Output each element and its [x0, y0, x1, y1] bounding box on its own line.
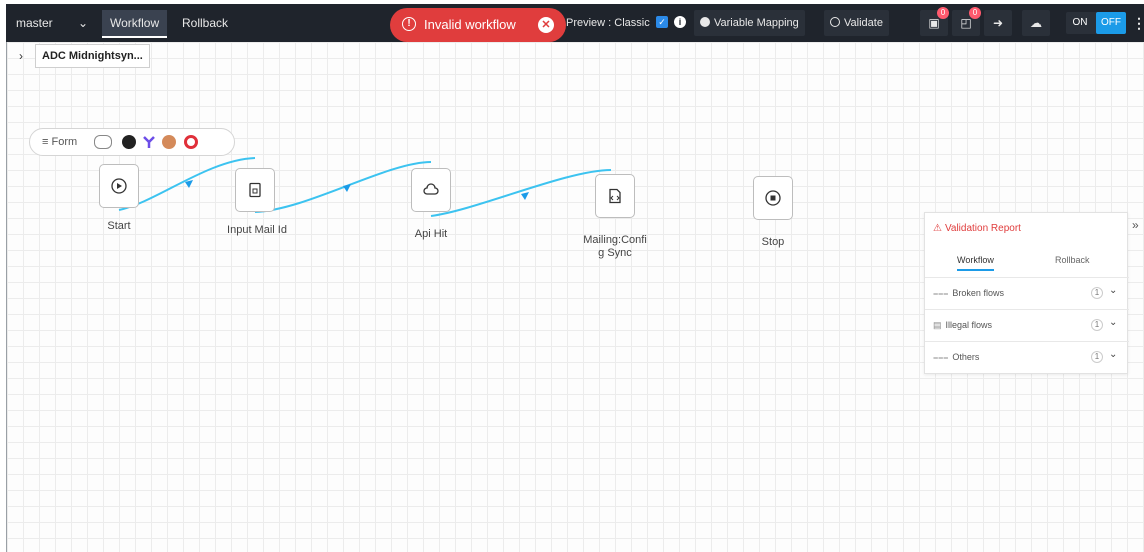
chevron-down-icon: ⌄ — [78, 16, 89, 30]
play-circle-icon — [111, 178, 127, 194]
node-stop[interactable] — [753, 176, 793, 220]
tab-workflow[interactable]: Workflow — [102, 10, 168, 38]
alert-text: Invalid workflow — [424, 17, 516, 32]
validation-row-illegal-flows[interactable]: ▤ Illegal flows 1 ⌄ — [925, 309, 1129, 339]
preview-checkbox[interactable]: ✓ — [656, 16, 668, 28]
more-menu-icon[interactable]: ⋮ — [1132, 12, 1144, 34]
top-toolbar: master ⌄ Workflow Rollback ! Invalid wor… — [6, 4, 1144, 42]
node-mailing-config-sync[interactable] — [595, 174, 635, 218]
close-icon[interactable]: ✕ — [538, 17, 554, 33]
cloud-button[interactable]: ☁ — [1022, 10, 1050, 36]
node-label: Start — [107, 220, 131, 232]
tools-button[interactable]: ➜ — [984, 10, 1012, 36]
document-icon — [249, 182, 261, 198]
collapse-panel-icon[interactable]: » — [1132, 218, 1139, 232]
alert-circle-icon: ! — [402, 17, 416, 31]
check-circle-icon — [830, 17, 840, 27]
notifications-button[interactable]: ▣ 0 — [920, 7, 949, 36]
others-icon: ⩶ — [933, 352, 949, 362]
branch-name: master — [16, 16, 53, 30]
on-off-toggle[interactable]: ON OFF — [1066, 12, 1126, 34]
row-label: Illegal flows — [945, 320, 993, 330]
validate-label: Validate — [844, 17, 883, 29]
invalid-workflow-alert: ! Invalid workflow ✕ — [390, 8, 566, 42]
validation-title-text: Validation Report — [944, 223, 1021, 234]
node-label: Stop — [761, 236, 785, 248]
tab-rollback[interactable]: Rollback — [174, 10, 236, 38]
validate-button[interactable]: Validate — [824, 10, 889, 36]
preview-label: Preview : Classic — [566, 17, 650, 29]
validation-report-panel: ⚠ Validation Report Workflow Rollback ⩶ Br… — [924, 212, 1129, 374]
node-label: Api Hit — [414, 228, 448, 240]
tab-workflow-validation[interactable]: Workflow — [957, 255, 994, 271]
cloud-icon: ☁ — [1030, 16, 1042, 30]
row-label: Broken flows — [952, 288, 1004, 298]
info-icon[interactable]: i — [674, 16, 686, 28]
node-input-mail-id[interactable] — [235, 168, 275, 212]
workflow-editor: master ⌄ Workflow Rollback ! Invalid wor… — [0, 0, 1144, 552]
chevron-down-icon[interactable]: ⌄ — [1109, 317, 1117, 328]
node-api-hit[interactable] — [411, 168, 451, 212]
validation-row-others[interactable]: ⩶ Others 1 ⌄ — [925, 341, 1129, 371]
code-file-icon — [609, 188, 621, 204]
row-label: Others — [952, 352, 980, 362]
bell-icon: ◰ — [960, 16, 972, 30]
node-label-line2: g Sync — [598, 247, 632, 259]
node-label-line1: Mailing:Confi — [583, 234, 647, 246]
validation-report-title: ⚠ Validation Report — [933, 223, 1021, 234]
node-start[interactable] — [99, 164, 139, 208]
notification-badge: 0 — [937, 7, 949, 19]
validation-tabs: Workflow Rollback — [925, 251, 1129, 273]
node-label: Mailing:Confi g Sync — [575, 234, 655, 260]
variable-mapping-label: Variable Mapping — [714, 17, 799, 29]
node-label: Input Mail Id — [227, 224, 287, 236]
tab-rollback-validation[interactable]: Rollback — [1055, 255, 1090, 265]
cloud-api-icon — [423, 183, 439, 195]
branch-selector[interactable]: master ⌄ — [10, 10, 98, 36]
chevron-down-icon[interactable]: ⌄ — [1109, 349, 1117, 360]
broken-flow-icon: ⩶ — [933, 288, 949, 298]
alerts-button[interactable]: ◰ 0 — [952, 7, 981, 36]
globe-icon — [700, 17, 710, 27]
illegal-flow-icon: ▤ — [933, 320, 942, 330]
count-badge: 1 — [1091, 319, 1103, 331]
variable-mapping-button[interactable]: Variable Mapping — [694, 10, 805, 36]
alert-badge: 0 — [969, 7, 981, 19]
count-badge: 1 — [1091, 351, 1103, 363]
validation-row-broken-flows[interactable]: ⩶ Broken flows 1 ⌄ — [925, 277, 1129, 307]
wrench-icon: ➜ — [992, 16, 1004, 30]
count-badge: 1 — [1091, 287, 1103, 299]
chevron-down-icon[interactable]: ⌄ — [1109, 285, 1117, 296]
toggle-on-label: ON — [1072, 17, 1088, 28]
inbox-icon: ▣ — [928, 16, 940, 30]
stop-circle-icon — [765, 190, 781, 206]
toggle-off-label: OFF — [1096, 12, 1126, 34]
warning-triangle-icon: ⚠ — [933, 223, 942, 234]
